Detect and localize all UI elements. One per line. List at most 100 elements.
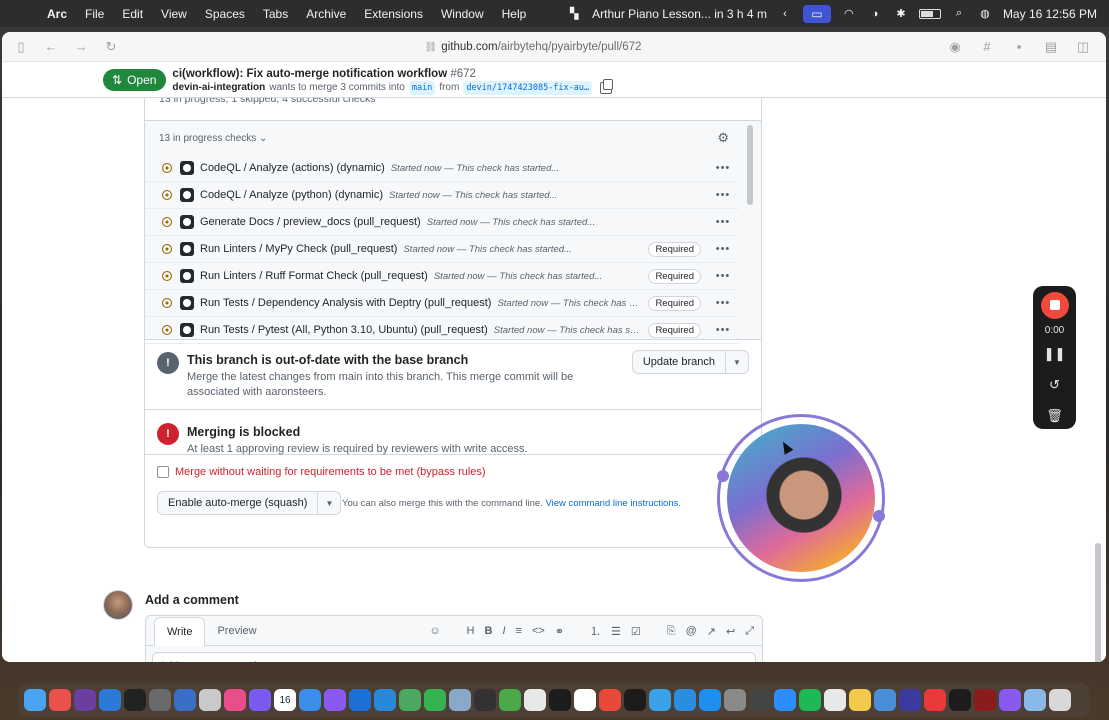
- terminal-icon[interactable]: [124, 689, 146, 711]
- menu-spaces[interactable]: Spaces: [196, 7, 254, 21]
- tab-preview[interactable]: Preview: [205, 617, 268, 645]
- bluetooth-icon[interactable]: ✱: [893, 7, 909, 21]
- more-options-icon[interactable]: •••: [707, 324, 739, 336]
- copy-icon[interactable]: [600, 79, 614, 94]
- docker-icon[interactable]: [674, 689, 696, 711]
- extension-icon[interactable]: ◉: [946, 38, 964, 56]
- more-options-icon[interactable]: •••: [707, 270, 739, 282]
- checks-scrollbar[interactable]: [747, 125, 753, 205]
- app-icon[interactable]: [349, 689, 371, 711]
- jetbrains-icon[interactable]: [224, 689, 246, 711]
- bookmark-icon[interactable]: ▪: [1010, 38, 1028, 56]
- app-icon[interactable]: [324, 689, 346, 711]
- pdf-icon[interactable]: [599, 689, 621, 711]
- webcam-bubble[interactable]: [717, 414, 885, 582]
- hash-icon[interactable]: #: [978, 38, 996, 56]
- pr-title[interactable]: ci(workflow): Fix auto-merge notificatio…: [172, 67, 612, 81]
- base-branch[interactable]: main: [408, 81, 436, 95]
- menu-help[interactable]: Help: [493, 7, 536, 21]
- calendar-icon[interactable]: 16: [274, 689, 296, 711]
- trash-icon[interactable]: [1049, 689, 1071, 711]
- bold-icon[interactable]: B: [485, 625, 493, 637]
- more-options-icon[interactable]: •••: [707, 216, 739, 228]
- todo-icon[interactable]: [924, 689, 946, 711]
- forward-icon[interactable]: →: [72, 38, 90, 56]
- app-icon[interactable]: [649, 689, 671, 711]
- gear-icon[interactable]: ⚙: [717, 130, 729, 146]
- enable-auto-merge-button[interactable]: Enable auto-merge (squash) ▼: [157, 491, 342, 515]
- notion-icon[interactable]: [574, 689, 596, 711]
- check-name[interactable]: Run Tests / Pytest (All, Python 3.10, Ub…: [200, 324, 488, 336]
- caret-down-icon[interactable]: ▼: [726, 351, 748, 373]
- stop-recording-button[interactable]: [1040, 292, 1069, 319]
- more-options-icon[interactable]: •••: [707, 162, 739, 174]
- tab-write[interactable]: Write: [154, 617, 206, 646]
- restart-icon[interactable]: ↺: [1049, 373, 1060, 398]
- reload-icon[interactable]: ↻: [102, 38, 120, 56]
- bypass-rules-option[interactable]: Merge without waiting for requirements t…: [157, 466, 486, 478]
- reply-icon[interactable]: ↩: [726, 625, 735, 638]
- update-branch-label[interactable]: Update branch: [633, 351, 726, 373]
- more-options-icon[interactable]: •••: [707, 243, 739, 255]
- italic-icon[interactable]: I: [502, 625, 505, 637]
- numbers-icon[interactable]: [424, 689, 446, 711]
- app-icon[interactable]: [874, 689, 896, 711]
- heading-icon[interactable]: H: [467, 625, 475, 637]
- enable-auto-merge-label[interactable]: Enable auto-merge (squash): [158, 492, 319, 514]
- app-icon[interactable]: [249, 689, 271, 711]
- app-icon[interactable]: [974, 689, 996, 711]
- back-icon[interactable]: ←: [42, 38, 60, 56]
- menu-window[interactable]: Window: [432, 7, 493, 21]
- comment-input[interactable]: Add your comment here...: [152, 652, 756, 662]
- quote-icon[interactable]: ≡: [516, 625, 522, 637]
- app-menu[interactable]: Arc: [38, 7, 76, 21]
- help-icon[interactable]: [199, 689, 221, 711]
- split-view-icon[interactable]: ◫: [1074, 38, 1092, 56]
- battery-icon[interactable]: [918, 8, 941, 19]
- webcam-resize-handle[interactable]: [717, 470, 729, 482]
- code-icon[interactable]: <>: [532, 625, 545, 637]
- app-icon[interactable]: [449, 689, 471, 711]
- app-icon[interactable]: [174, 689, 196, 711]
- more-options-icon[interactable]: •••: [707, 189, 739, 201]
- now-playing-text[interactable]: Arthur Piano Lesson... in 3 h 4 m: [592, 7, 767, 21]
- appstore-icon[interactable]: [699, 689, 721, 711]
- folder-icon[interactable]: [1024, 689, 1046, 711]
- inkscape-icon[interactable]: [549, 689, 571, 711]
- bypass-checkbox[interactable]: [157, 466, 169, 478]
- app-icon[interactable]: [824, 689, 846, 711]
- check-name[interactable]: CodeQL / Analyze (python) (dynamic): [200, 189, 383, 201]
- menubar-clock[interactable]: May 16 12:56 PM: [1003, 7, 1097, 21]
- app-icon[interactable]: [849, 689, 871, 711]
- app-icon[interactable]: [474, 689, 496, 711]
- check-row[interactable]: Run Linters / MyPy Check (pull_request) …: [145, 236, 739, 263]
- check-row[interactable]: Run Linters / Ruff Format Check (pull_re…: [145, 263, 739, 290]
- bulleted-list-icon[interactable]: ☰: [611, 625, 621, 638]
- check-row[interactable]: CodeQL / Analyze (python) (dynamic) Star…: [145, 182, 739, 209]
- minecraft-icon[interactable]: [499, 689, 521, 711]
- app-icon[interactable]: [149, 689, 171, 711]
- menu-tabs[interactable]: Tabs: [254, 7, 297, 21]
- vscode-icon[interactable]: [99, 689, 121, 711]
- link-icon[interactable]: ⚭: [555, 625, 564, 638]
- trash-icon[interactable]: 🗑: [1046, 404, 1063, 429]
- slack-icon[interactable]: [74, 689, 96, 711]
- app-icon[interactable]: [999, 689, 1021, 711]
- sidebar-toggle-icon[interactable]: ▯: [12, 38, 30, 56]
- menu-edit[interactable]: Edit: [113, 7, 152, 21]
- menu-extensions[interactable]: Extensions: [355, 7, 432, 21]
- pause-icon[interactable]: ❚❚: [1044, 342, 1066, 367]
- bypass-label[interactable]: Merge without waiting for requirements t…: [175, 466, 486, 478]
- focus-icon[interactable]: ◑: [867, 7, 883, 21]
- control-center-icon[interactable]: ▚: [566, 7, 582, 21]
- check-row[interactable]: Run Tests / Dependency Analysis with Dep…: [145, 290, 739, 317]
- address-bar[interactable]: ⛓ github.com/airbytehq/pyairbyte/pull/672: [132, 41, 934, 53]
- check-name[interactable]: Run Tests / Dependency Analysis with Dep…: [200, 297, 491, 309]
- command-line-link[interactable]: View command line instructions.: [545, 498, 681, 509]
- audio-icon[interactable]: [749, 689, 771, 711]
- chevron-left-icon[interactable]: ‹: [777, 7, 793, 21]
- fullscreen-icon[interactable]: ⤢: [745, 625, 754, 638]
- check-name[interactable]: Run Linters / Ruff Format Check (pull_re…: [200, 270, 428, 282]
- more-options-icon[interactable]: •••: [707, 297, 739, 309]
- app-icon[interactable]: [299, 689, 321, 711]
